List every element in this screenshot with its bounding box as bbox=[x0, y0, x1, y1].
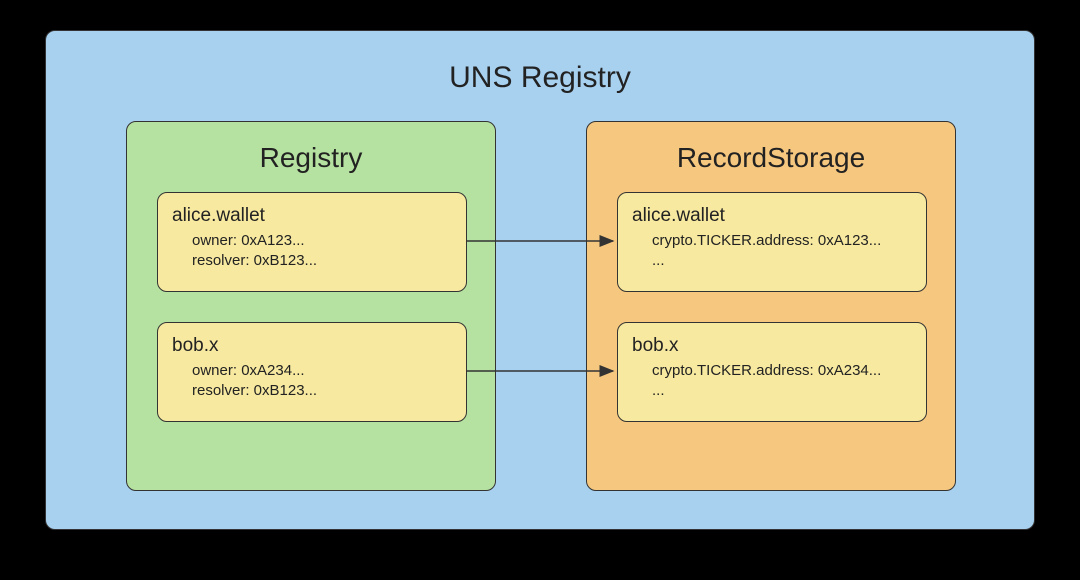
storage-title: RecordStorage bbox=[587, 142, 955, 174]
registry-panel: Registry alice.wallet owner: 0xA123... r… bbox=[126, 121, 496, 491]
storage-card-alice: alice.wallet crypto.TICKER.address: 0xA1… bbox=[617, 192, 927, 292]
record-resolver: resolver: 0xB123... bbox=[192, 251, 452, 271]
record-name: alice.wallet bbox=[172, 205, 452, 227]
record-name: bob.x bbox=[632, 335, 912, 357]
record-address: crypto.TICKER.address: 0xA234... bbox=[652, 361, 912, 381]
record-address: crypto.TICKER.address: 0xA123... bbox=[652, 231, 912, 251]
diagram-title: UNS Registry bbox=[46, 61, 1034, 95]
record-resolver: resolver: 0xB123... bbox=[192, 381, 452, 401]
record-name: alice.wallet bbox=[632, 205, 912, 227]
record-more: ... bbox=[652, 381, 912, 401]
record-more: ... bbox=[652, 251, 912, 271]
registry-title: Registry bbox=[127, 142, 495, 174]
record-storage-panel: RecordStorage alice.wallet crypto.TICKER… bbox=[586, 121, 956, 491]
registry-card-alice: alice.wallet owner: 0xA123... resolver: … bbox=[157, 192, 467, 292]
record-owner: owner: 0xA234... bbox=[192, 361, 452, 381]
storage-card-bob: bob.x crypto.TICKER.address: 0xA234... .… bbox=[617, 322, 927, 422]
record-owner: owner: 0xA123... bbox=[192, 231, 452, 251]
record-name: bob.x bbox=[172, 335, 452, 357]
uns-registry-container: UNS Registry Registry alice.wallet owner… bbox=[45, 30, 1035, 530]
registry-card-bob: bob.x owner: 0xA234... resolver: 0xB123.… bbox=[157, 322, 467, 422]
